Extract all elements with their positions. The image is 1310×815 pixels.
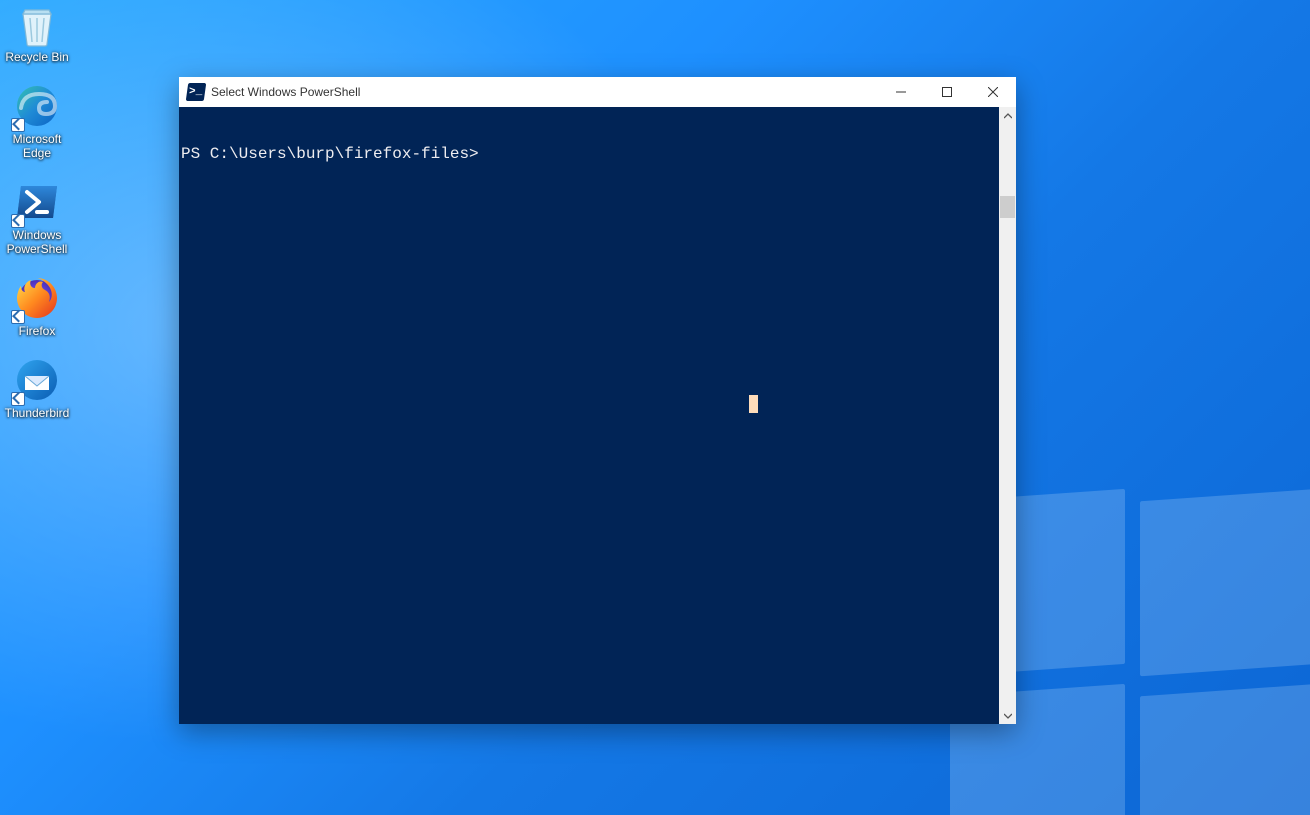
desktop-icon-firefox[interactable]: Firefox (2, 274, 72, 338)
desktop-icon-label: Recycle Bin (5, 50, 68, 64)
desktop-icon-recycle-bin[interactable]: Recycle Bin (2, 0, 72, 64)
thunderbird-icon (13, 356, 61, 404)
window-title: Select Windows PowerShell (211, 85, 360, 99)
close-button[interactable] (970, 77, 1016, 107)
shortcut-overlay-icon (11, 118, 25, 132)
terminal-output[interactable]: PS C:\Users\burp\firefox-files> (179, 107, 999, 724)
chevron-down-icon (1004, 712, 1012, 720)
scroll-up-button[interactable] (999, 107, 1016, 124)
shortcut-overlay-icon (11, 310, 25, 324)
edge-icon (13, 82, 61, 130)
terminal-area: PS C:\Users\burp\firefox-files> (179, 107, 1016, 724)
desktop-icon-microsoft-edge[interactable]: Microsoft Edge (2, 82, 72, 160)
vertical-scrollbar[interactable] (999, 107, 1016, 724)
shortcut-overlay-icon (11, 392, 25, 406)
recycle-bin-icon (13, 0, 61, 48)
chevron-up-icon (1004, 112, 1012, 120)
desktop-icons: Recycle Bin Microsoft Edge (2, 0, 82, 438)
desktop-icon-label: Thunderbird (5, 406, 70, 420)
desktop-icon-label: Windows PowerShell (2, 228, 72, 256)
scrollbar-track[interactable] (999, 124, 1016, 707)
terminal-selection-cursor (749, 395, 758, 413)
scrollbar-thumb[interactable] (1000, 196, 1015, 218)
desktop-icon-label: Microsoft Edge (2, 132, 72, 160)
desktop-icon-label: Firefox (19, 324, 56, 338)
shortcut-overlay-icon (11, 214, 25, 228)
terminal-prompt: PS C:\Users\burp\firefox-files> (181, 145, 479, 163)
powershell-icon (13, 178, 61, 226)
maximize-icon (942, 87, 952, 97)
desktop-icon-windows-powershell[interactable]: Windows PowerShell (2, 178, 72, 256)
minimize-button[interactable] (878, 77, 924, 107)
desktop-icon-thunderbird[interactable]: Thunderbird (2, 356, 72, 420)
firefox-icon (13, 274, 61, 322)
window-titlebar[interactable]: >_ Select Windows PowerShell (179, 77, 1016, 107)
powershell-app-icon: >_ (186, 83, 207, 101)
desktop[interactable]: Recycle Bin Microsoft Edge (0, 0, 1310, 815)
scroll-down-button[interactable] (999, 707, 1016, 724)
close-icon (988, 87, 998, 97)
powershell-window[interactable]: >_ Select Windows PowerShell PS C:\Users… (179, 77, 1016, 724)
minimize-icon (896, 87, 906, 97)
maximize-button[interactable] (924, 77, 970, 107)
